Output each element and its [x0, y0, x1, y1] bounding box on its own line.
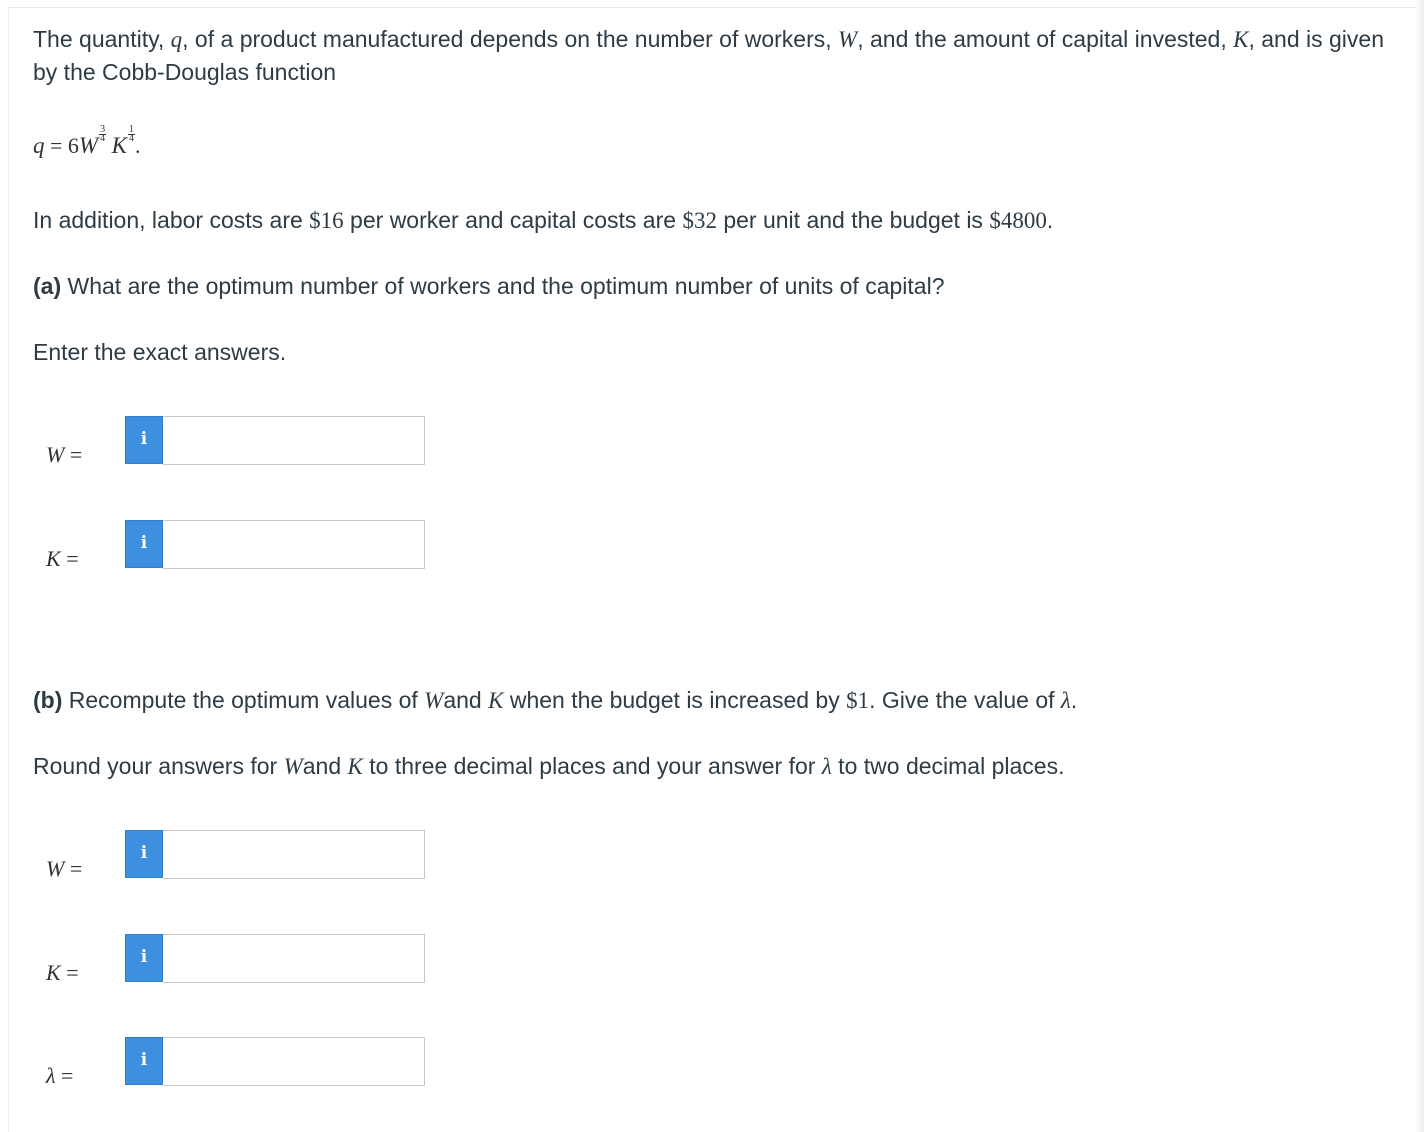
info-icon[interactable]: i: [125, 830, 163, 878]
eq-w: W: [78, 133, 99, 158]
answer-input-b-lambda[interactable]: [163, 1037, 425, 1086]
part-b-question: (b) Recompute the optimum values of Wand…: [33, 687, 1078, 713]
part-b-instruction: Round your answers for Wand K to three d…: [33, 753, 1065, 779]
intro-text: , and the amount of capital invested,: [857, 26, 1234, 52]
answer-input-b-k[interactable]: [163, 934, 425, 983]
w-exponent: 34: [99, 124, 107, 144]
answer-label: W =: [46, 442, 83, 467]
part-a-question: (a) What are the optimum number of worke…: [33, 273, 945, 299]
intro-text: , of a product manufactured depends on t…: [182, 26, 839, 52]
budget: $4800: [989, 208, 1047, 233]
info-icon[interactable]: i: [125, 520, 163, 568]
part-a-tag: (a): [33, 273, 62, 299]
costs-paragraph: In addition, labor costs are $16 per wor…: [33, 207, 1054, 233]
capital-cost: $32: [682, 208, 717, 233]
info-icon[interactable]: i: [125, 934, 163, 982]
k-exponent: 14: [127, 124, 135, 144]
answer-input-a-w[interactable]: [163, 416, 425, 465]
part-a-instruction: Enter the exact answers.: [33, 339, 287, 365]
var-w: W: [838, 27, 858, 52]
answer-label: K =: [46, 546, 79, 571]
eq-coefficient: = 6: [44, 133, 79, 158]
info-icon[interactable]: i: [125, 416, 163, 464]
intro-text: , and is given: [1248, 26, 1384, 52]
var-q: q: [170, 27, 183, 52]
intro-line-1: The quantity, q, of a product manufactur…: [33, 23, 1384, 56]
answer-label: λ =: [46, 1063, 74, 1088]
scroll-edge-shadow: [1414, 0, 1424, 1132]
intro-line-2: by the Cobb-Douglas function: [33, 59, 337, 85]
var-k: K: [1233, 27, 1249, 52]
labor-cost: $16: [309, 208, 344, 233]
eq-lhs: q: [33, 133, 45, 158]
answer-input-a-k[interactable]: [163, 520, 425, 569]
info-icon[interactable]: i: [125, 1037, 163, 1085]
answer-label: K =: [46, 960, 79, 985]
eq-k: K: [111, 133, 127, 158]
intro-text: The quantity,: [33, 26, 171, 52]
part-b-tag: (b): [33, 687, 63, 713]
answer-input-b-w[interactable]: [163, 830, 425, 879]
cobb-douglas-equation: q = 6W 3 4 K14.: [33, 124, 141, 159]
answer-label: W =: [46, 856, 83, 881]
